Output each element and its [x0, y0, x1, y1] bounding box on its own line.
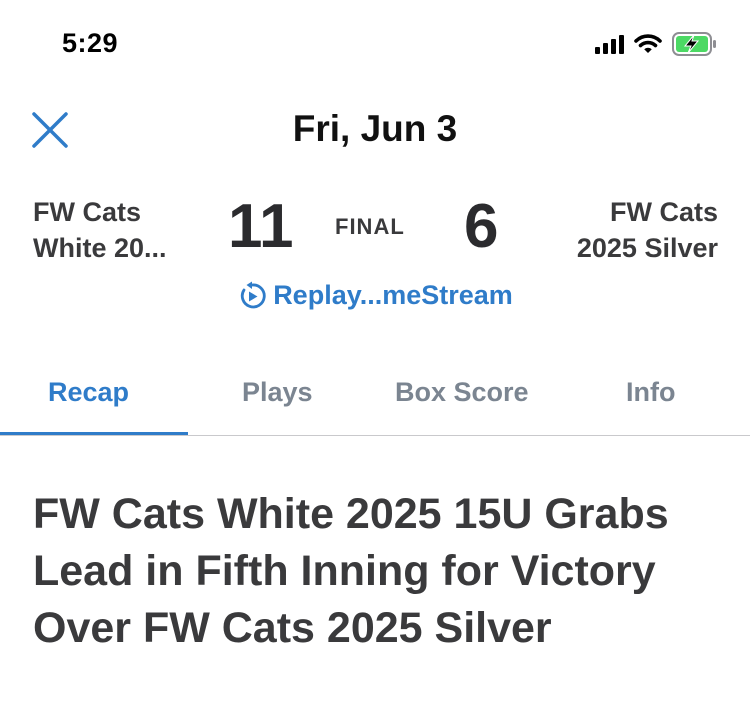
status-icons — [595, 30, 718, 58]
tab-plays[interactable]: Plays — [242, 377, 313, 408]
replay-link[interactable]: Replay...meStream — [0, 280, 750, 311]
tab-recap[interactable]: Recap — [48, 377, 129, 408]
replay-icon — [241, 281, 266, 308]
battery-charging-icon — [672, 32, 716, 56]
home-team-name[interactable]: FW Cats White 20... — [33, 194, 213, 266]
tab-bar: Recap Plays Box Score Info — [0, 360, 750, 436]
replay-label: Replay...meStream — [273, 280, 513, 310]
game-recap-screen: 5:29 Fri, Jun 3 FW Cats White 20... 11 F… — [0, 0, 750, 720]
recap-headline: FW Cats White 2025 15U Grabs Lead in Fif… — [33, 490, 669, 652]
wifi-icon — [634, 34, 662, 53]
home-score: 11 — [228, 192, 294, 261]
tab-info[interactable]: Info — [626, 377, 675, 408]
active-tab-indicator — [0, 432, 188, 435]
away-team-name[interactable]: FW Cats 2025 Silver — [518, 194, 718, 266]
away-team-line2: 2025 Silver — [576, 233, 718, 263]
away-score: 6 — [464, 192, 499, 261]
page-title: Fri, Jun 3 — [292, 108, 458, 149]
home-team-line2: White 20... — [33, 233, 167, 263]
status-time: 5:29 — [62, 28, 119, 58]
home-team-line1: FW Cats — [33, 197, 141, 227]
cellular-signal-icon — [595, 34, 624, 54]
away-team-line1: FW Cats — [610, 197, 718, 227]
tab-box-score[interactable]: Box Score — [395, 377, 529, 408]
game-status: FINAL — [335, 214, 405, 239]
